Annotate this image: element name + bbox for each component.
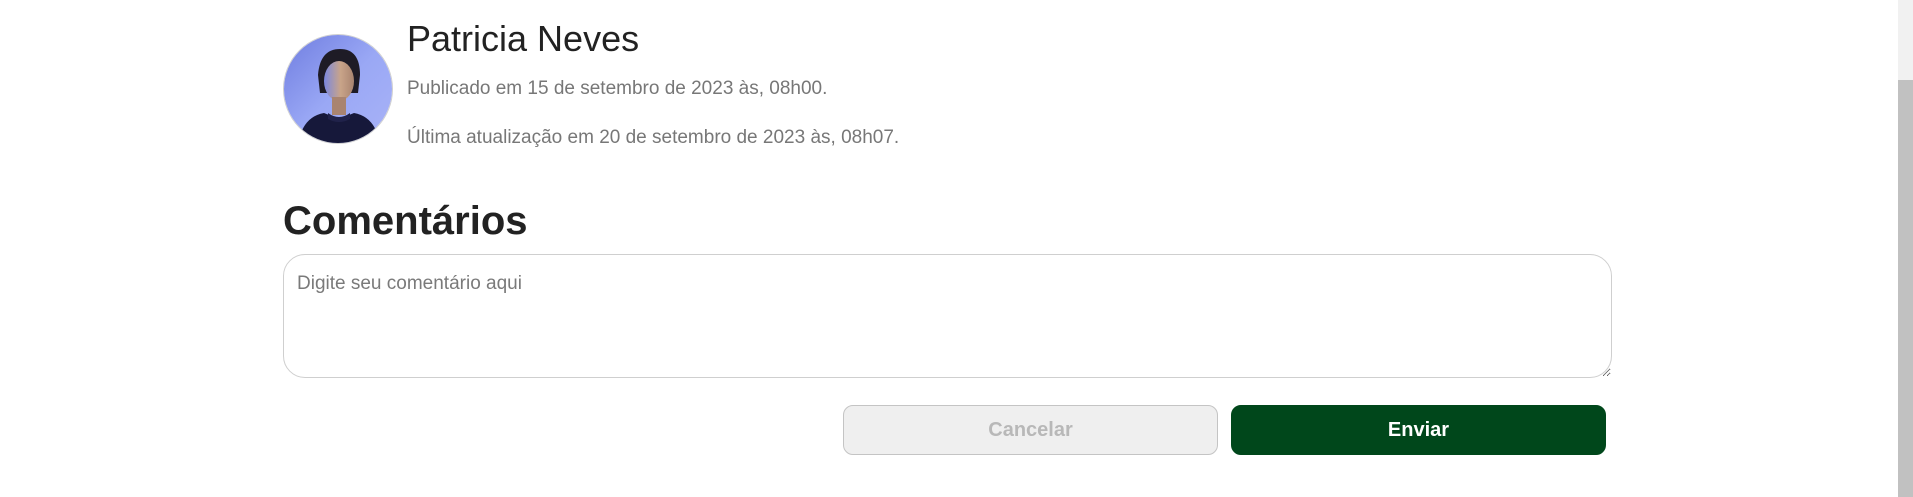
article-footer: Patricia Neves Publicado em 15 de setemb…: [0, 0, 1913, 497]
comments-title: Comentários: [283, 199, 528, 243]
author-avatar: [283, 34, 393, 144]
cancel-button[interactable]: Cancelar: [843, 405, 1218, 455]
scrollbar-thumb[interactable]: [1898, 80, 1913, 497]
author-info: Patricia Neves Publicado em 15 de setemb…: [407, 18, 899, 150]
published-date: Publicado em 15 de setembro de 2023 às, …: [407, 78, 828, 99]
send-button[interactable]: Enviar: [1231, 405, 1606, 455]
person-photo-icon: [284, 35, 392, 143]
author-block: Patricia Neves Publicado em 15 de setemb…: [283, 18, 899, 150]
updated-date: Última atualização em 20 de setembro de …: [407, 127, 900, 148]
author-name: Patricia Neves: [407, 18, 640, 59]
scrollbar[interactable]: [1898, 0, 1913, 497]
comment-input[interactable]: [283, 254, 1612, 378]
